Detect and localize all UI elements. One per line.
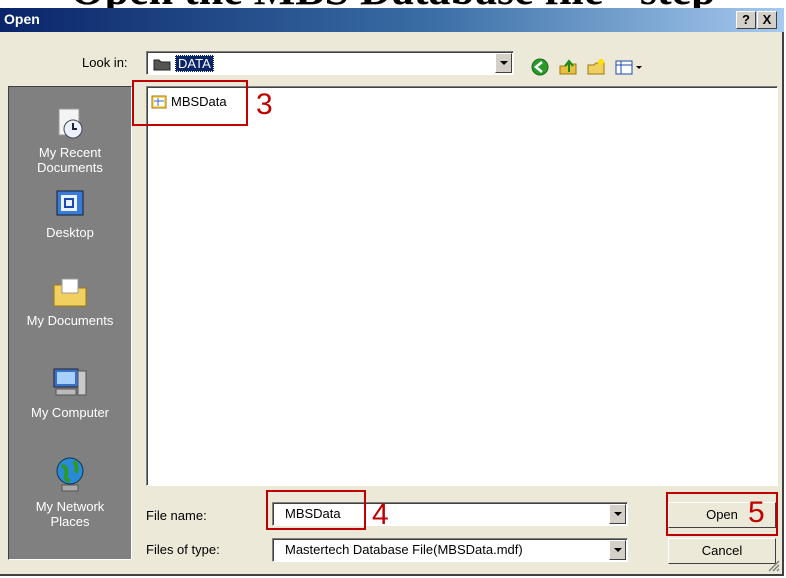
place-network-places[interactable]: My Network Places [9,455,131,529]
file-type-select[interactable]: Mastertech Database File(MBSData.mdf) [272,538,628,562]
up-folder-icon[interactable] [558,58,578,76]
close-button[interactable]: X [757,11,777,29]
annotation-number-3: 3 [256,88,273,121]
file-list[interactable]: MBSData [146,86,778,486]
place-my-computer[interactable]: My Computer [9,365,131,420]
recent-documents-icon [58,108,83,139]
open-dialog: Open ? X Look in: DATA My Recent Documen… [0,8,784,576]
look-in-label: Look in: [82,55,128,70]
look-in-combo[interactable]: DATA [146,51,514,75]
help-button[interactable]: ? [736,11,756,29]
place-label: Desktop [46,225,94,240]
file-type-value: Mastertech Database File(MBSData.mdf) [285,542,523,557]
annotation-number-4: 4 [372,498,389,531]
place-label: My Recent Documents [37,145,103,175]
folder-icon [153,59,171,71]
resize-grip-icon[interactable] [766,558,780,572]
place-label: My Documents [26,313,114,328]
new-folder-icon[interactable] [586,58,606,76]
dialog-title: Open [4,11,40,27]
place-my-documents[interactable]: My Documents [9,275,131,328]
file-name-label: File name: [146,508,207,523]
annotation-number-5: 5 [748,496,765,529]
chevron-down-icon[interactable] [609,540,626,560]
desktop-icon [56,190,84,216]
place-recent-documents[interactable]: My Recent Documents [9,107,131,175]
places-bar: My Recent Documents Desktop My Documents [8,86,132,560]
file-type-label: Files of type: [146,542,220,557]
chevron-down-icon[interactable] [495,53,512,73]
place-label: My Network Places [35,499,105,529]
back-icon[interactable] [530,58,550,76]
views-menu-icon[interactable] [614,58,644,76]
look-in-value: DATA [175,55,214,72]
chevron-down-icon[interactable] [609,504,626,524]
place-label: My Computer [30,405,110,420]
my-documents-icon [53,278,87,307]
network-places-icon [56,457,84,492]
title-bar[interactable]: Open ? X [0,8,784,32]
annotation-box-3 [132,80,248,126]
place-desktop[interactable]: Desktop [9,187,131,240]
my-computer-icon [53,368,87,396]
cancel-button[interactable]: Cancel [668,538,776,564]
annotation-box-4 [266,490,366,530]
